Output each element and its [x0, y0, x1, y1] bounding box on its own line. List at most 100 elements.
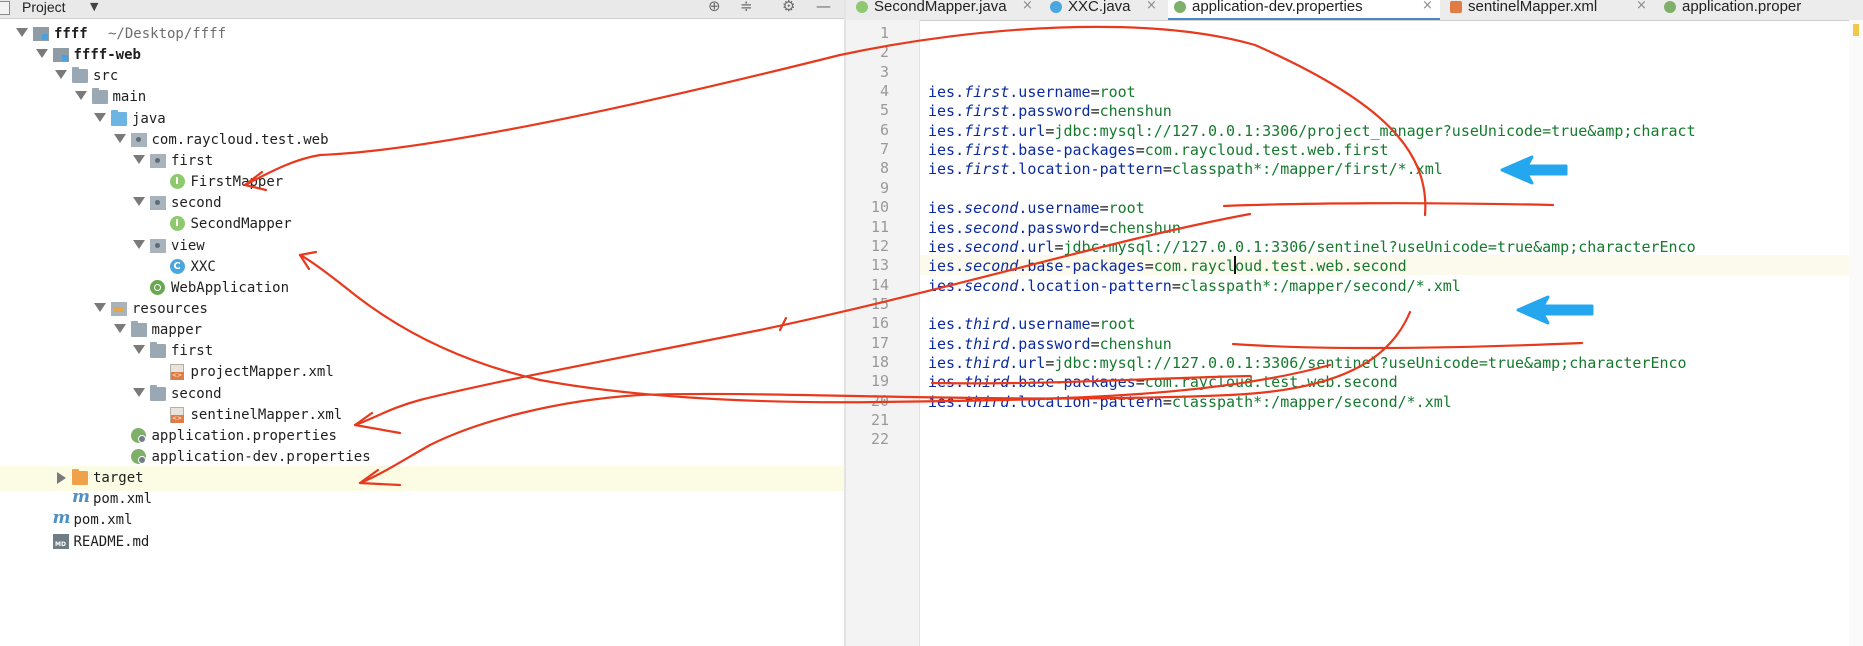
editor-tab[interactable]: XXC.java ×: [1044, 0, 1164, 20]
code-line[interactable]: ies.first.url=jdbc:mysql://127.0.0.1:330…: [920, 120, 1863, 140]
close-tab-icon[interactable]: ×: [1022, 0, 1033, 12]
code-line[interactable]: ies.third.password=chenshun: [920, 333, 1863, 353]
close-tab-icon[interactable]: ×: [1422, 0, 1433, 12]
property-key-group: third: [964, 392, 1010, 411]
ide-window: Project ▼ ⊕ ≑ ⚙ — ffff ~/Desktop/ffff ffff…: [0, 0, 1863, 646]
tree-item-label: pom.xml: [93, 491, 153, 508]
project-panel-title[interactable]: Project: [22, 0, 66, 14]
editor-tab[interactable]: application.proper: [1658, 0, 1863, 20]
tree-item-path-hint: ~/Desktop/ffff: [108, 26, 227, 42]
editor-area: SecondMapper.java × XXC.java × application-d…: [846, 0, 1863, 646]
property-separator: =: [1144, 257, 1154, 276]
tree-item[interactable]: README.md: [0, 530, 844, 555]
tree-item-label: first: [171, 152, 214, 169]
tree-item-label: first: [171, 343, 214, 360]
tree-item-label: main: [112, 89, 147, 106]
code-line[interactable]: [920, 294, 1863, 313]
code-line[interactable]: [920, 429, 1863, 448]
expand-arrow-icon[interactable]: [133, 239, 145, 249]
code-line[interactable]: ies.first.username=root: [920, 81, 1863, 102]
editor-scrollbar[interactable]: [1849, 20, 1863, 646]
code-line[interactable]: [920, 178, 1863, 197]
view-mode-dropdown-icon[interactable]: ▼: [90, 0, 98, 13]
gear-icon[interactable]: ⚙: [782, 0, 795, 14]
code-editor[interactable]: ies.first.username=root ies.first.passwor…: [920, 20, 1863, 646]
code-line[interactable]: [920, 23, 1863, 42]
warning-marker[interactable]: [1853, 24, 1859, 36]
tree-item-label: application-dev.properties: [151, 449, 371, 465]
code-line[interactable]: ies.second.location-pattern=classpath*:/…: [920, 275, 1863, 295]
expand-arrow-icon[interactable]: [74, 91, 87, 101]
code-line[interactable]: ies.third.base-packages=com.raycloud.tes…: [920, 371, 1863, 392]
folder-icon: [72, 67, 88, 84]
collapse-all-icon[interactable]: ≑: [740, 0, 753, 14]
line-number: 16: [870, 314, 889, 333]
property-key-group: third: [964, 373, 1010, 392]
property-key-name: .location-pattern: [1009, 160, 1163, 179]
code-line[interactable]: ies.second.password=chenshun: [920, 217, 1863, 237]
expand-arrow-icon[interactable]: [94, 112, 106, 122]
close-tab-icon[interactable]: ×: [1146, 0, 1157, 12]
expand-arrow-icon[interactable]: [55, 70, 67, 80]
close-tab-icon[interactable]: ×: [1636, 0, 1647, 12]
expand-arrow-icon[interactable]: [133, 345, 145, 355]
package-icon: [130, 132, 147, 147]
property-value: classpath*:/mapper/second/*.xml: [1180, 276, 1461, 295]
code-line[interactable]: ies.second.url=jdbc:mysql://127.0.0.1:33…: [920, 236, 1863, 256]
code-line[interactable]: ies.second.base-packages=com.raycloud.te…: [920, 255, 1863, 276]
property-value: root: [1108, 199, 1145, 218]
line-number: 12: [870, 236, 889, 255]
property-key-group: first: [964, 121, 1010, 140]
line-number: 20: [870, 391, 889, 410]
property-key-prefix: ies.: [928, 334, 965, 353]
code-line[interactable]: ies.first.location-pattern=classpath*:/m…: [920, 158, 1863, 179]
tree-item-label: projectMapper.xml: [190, 364, 334, 381]
line-number: 15: [870, 294, 889, 313]
editor-tab-label: SecondMapper.java: [874, 0, 1007, 15]
code-line[interactable]: ies.first.base-packages=com.raycloud.tes…: [920, 139, 1863, 159]
line-number: 11: [870, 217, 889, 236]
property-value: chenshun: [1099, 102, 1172, 121]
editor-tab[interactable]: application-dev.properties ×: [1168, 0, 1440, 20]
line-number: 19: [870, 372, 889, 391]
line-number: 3: [879, 62, 889, 81]
property-value: root: [1099, 83, 1136, 102]
code-line[interactable]: ies.third.url=jdbc:mysql://127.0.0.1:330…: [920, 352, 1863, 372]
code-line[interactable]: ies.third.location-pattern=classpath*:/m…: [920, 391, 1863, 411]
property-key-prefix: ies.: [928, 160, 965, 179]
collapse-arrow-icon[interactable]: [57, 472, 66, 485]
expand-arrow-icon[interactable]: [133, 197, 145, 207]
hide-panel-icon[interactable]: —: [816, 0, 831, 14]
expand-arrow-icon[interactable]: [94, 302, 106, 312]
expand-arrow-icon[interactable]: [35, 49, 48, 59]
line-number-gutter: 1 2 3 4 5 6 7 8 9 10 11 12 13 14 15 16 17 18 19 20 21 22: [846, 20, 920, 646]
line-number: 18: [870, 352, 889, 371]
editor-tab[interactable]: SecondMapper.java ×: [850, 0, 1040, 20]
expand-arrow-icon[interactable]: [113, 324, 126, 334]
expand-arrow-icon[interactable]: [16, 28, 28, 37]
property-value: chenshun: [1108, 218, 1181, 237]
expand-arrow-icon[interactable]: [113, 133, 126, 143]
code-line[interactable]: ies.second.username=root: [920, 197, 1863, 218]
line-number: 22: [870, 430, 889, 449]
property-key-name: .base-packages: [1018, 257, 1145, 276]
expand-arrow-icon[interactable]: [133, 154, 145, 164]
locate-file-icon[interactable]: ⊕: [708, 0, 721, 14]
property-key-group: second: [964, 199, 1019, 218]
property-separator: =: [1090, 83, 1100, 102]
code-line[interactable]: ies.first.password=chenshun: [920, 100, 1863, 121]
code-line[interactable]: [920, 62, 1863, 81]
line-number: 2: [879, 43, 889, 62]
code-line[interactable]: [920, 42, 1863, 61]
property-key-name: .password: [1009, 102, 1091, 121]
property-key-name: .url: [1009, 353, 1046, 372]
tree-item-label: com.raycloud.test.web: [151, 131, 329, 148]
editor-tab[interactable]: sentinelMapper.xml ×: [1444, 0, 1654, 20]
expand-arrow-icon[interactable]: [133, 387, 145, 397]
property-value: root: [1099, 315, 1136, 334]
property-value: chenshun: [1099, 334, 1172, 353]
code-line[interactable]: ies.third.username=root: [920, 313, 1863, 334]
line-number: 13: [870, 256, 889, 275]
code-line[interactable]: [920, 410, 1863, 429]
line-number: 1: [879, 24, 889, 42]
